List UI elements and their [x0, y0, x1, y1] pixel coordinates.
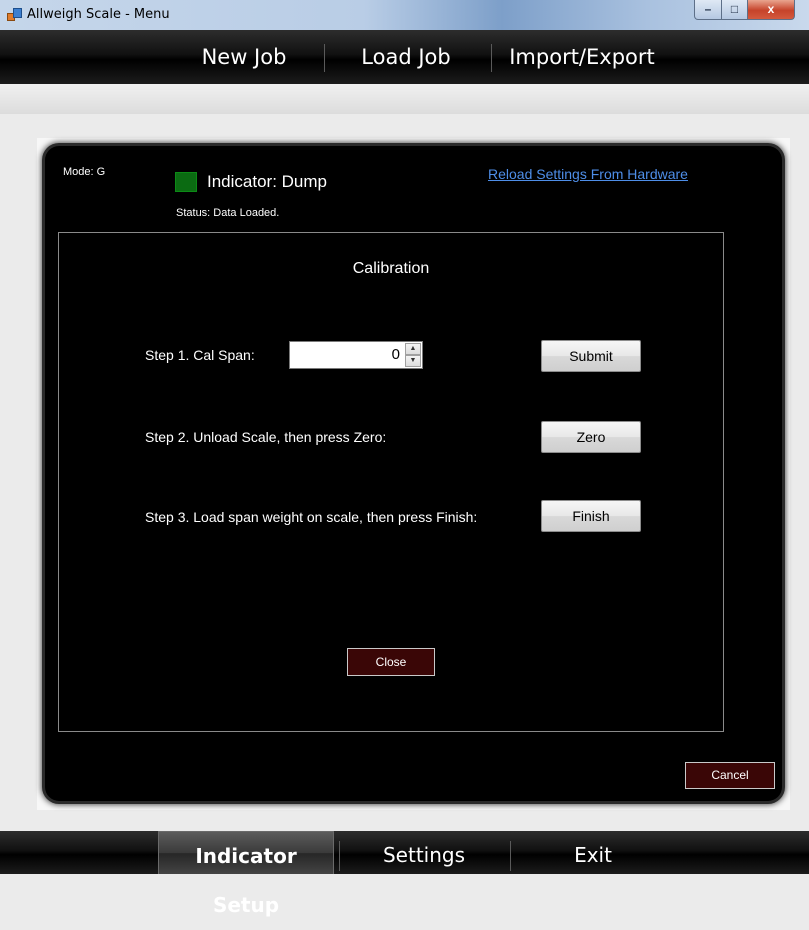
cal-span-value[interactable]: 0: [392, 346, 400, 363]
calibration-title: Calibration: [352, 260, 430, 277]
spin-down-icon[interactable]: ▼: [405, 355, 421, 367]
menu-load-job[interactable]: Load Job: [327, 30, 485, 84]
tab-settings[interactable]: Settings: [342, 831, 506, 874]
menu-separator: [324, 44, 325, 72]
tab-indicator-setup[interactable]: Indicator Setup: [158, 831, 334, 917]
zero-button[interactable]: Zero: [541, 421, 641, 453]
menu-separator: [510, 841, 511, 871]
step2-label: Step 2. Unload Scale, then press Zero:: [145, 429, 387, 445]
app-icon: [7, 8, 22, 22]
menu-new-job[interactable]: New Job: [168, 30, 320, 84]
indicator-status-light: [175, 172, 197, 192]
window-title: Allweigh Scale - Menu: [27, 7, 170, 22]
bottom-menu: Indicator Setup Settings Exit: [0, 831, 809, 917]
menu-import-export[interactable]: Import/Export: [494, 30, 670, 84]
close-window-button[interactable]: x: [747, 0, 795, 20]
menu-separator: [491, 44, 492, 72]
status-text: Status: Data Loaded.: [176, 207, 280, 219]
mode-label: Mode: G: [63, 166, 106, 178]
reload-settings-link[interactable]: Reload Settings From Hardware: [488, 166, 688, 182]
maximize-button[interactable]: □: [721, 0, 748, 20]
title-bar: Allweigh Scale - Menu – □ x: [0, 0, 809, 30]
cancel-button[interactable]: Cancel: [685, 762, 775, 789]
toolbar-strip: [0, 84, 809, 114]
spin-up-icon[interactable]: ▲: [405, 343, 421, 355]
top-menu: New Job Load Job Import/Export: [0, 30, 809, 84]
finish-button[interactable]: Finish: [541, 500, 641, 532]
submit-button[interactable]: Submit: [541, 340, 641, 372]
cal-span-stepper[interactable]: 0 ▲ ▼: [289, 341, 423, 369]
step3-label: Step 3. Load span weight on scale, then …: [145, 509, 478, 525]
indicator-label: Indicator: Dump: [207, 172, 327, 191]
tab-exit[interactable]: Exit: [513, 831, 673, 874]
menu-separator: [339, 841, 340, 871]
step1-label: Step 1. Cal Span:: [145, 347, 255, 363]
close-button[interactable]: Close: [347, 648, 435, 676]
minimize-button[interactable]: –: [694, 0, 722, 20]
